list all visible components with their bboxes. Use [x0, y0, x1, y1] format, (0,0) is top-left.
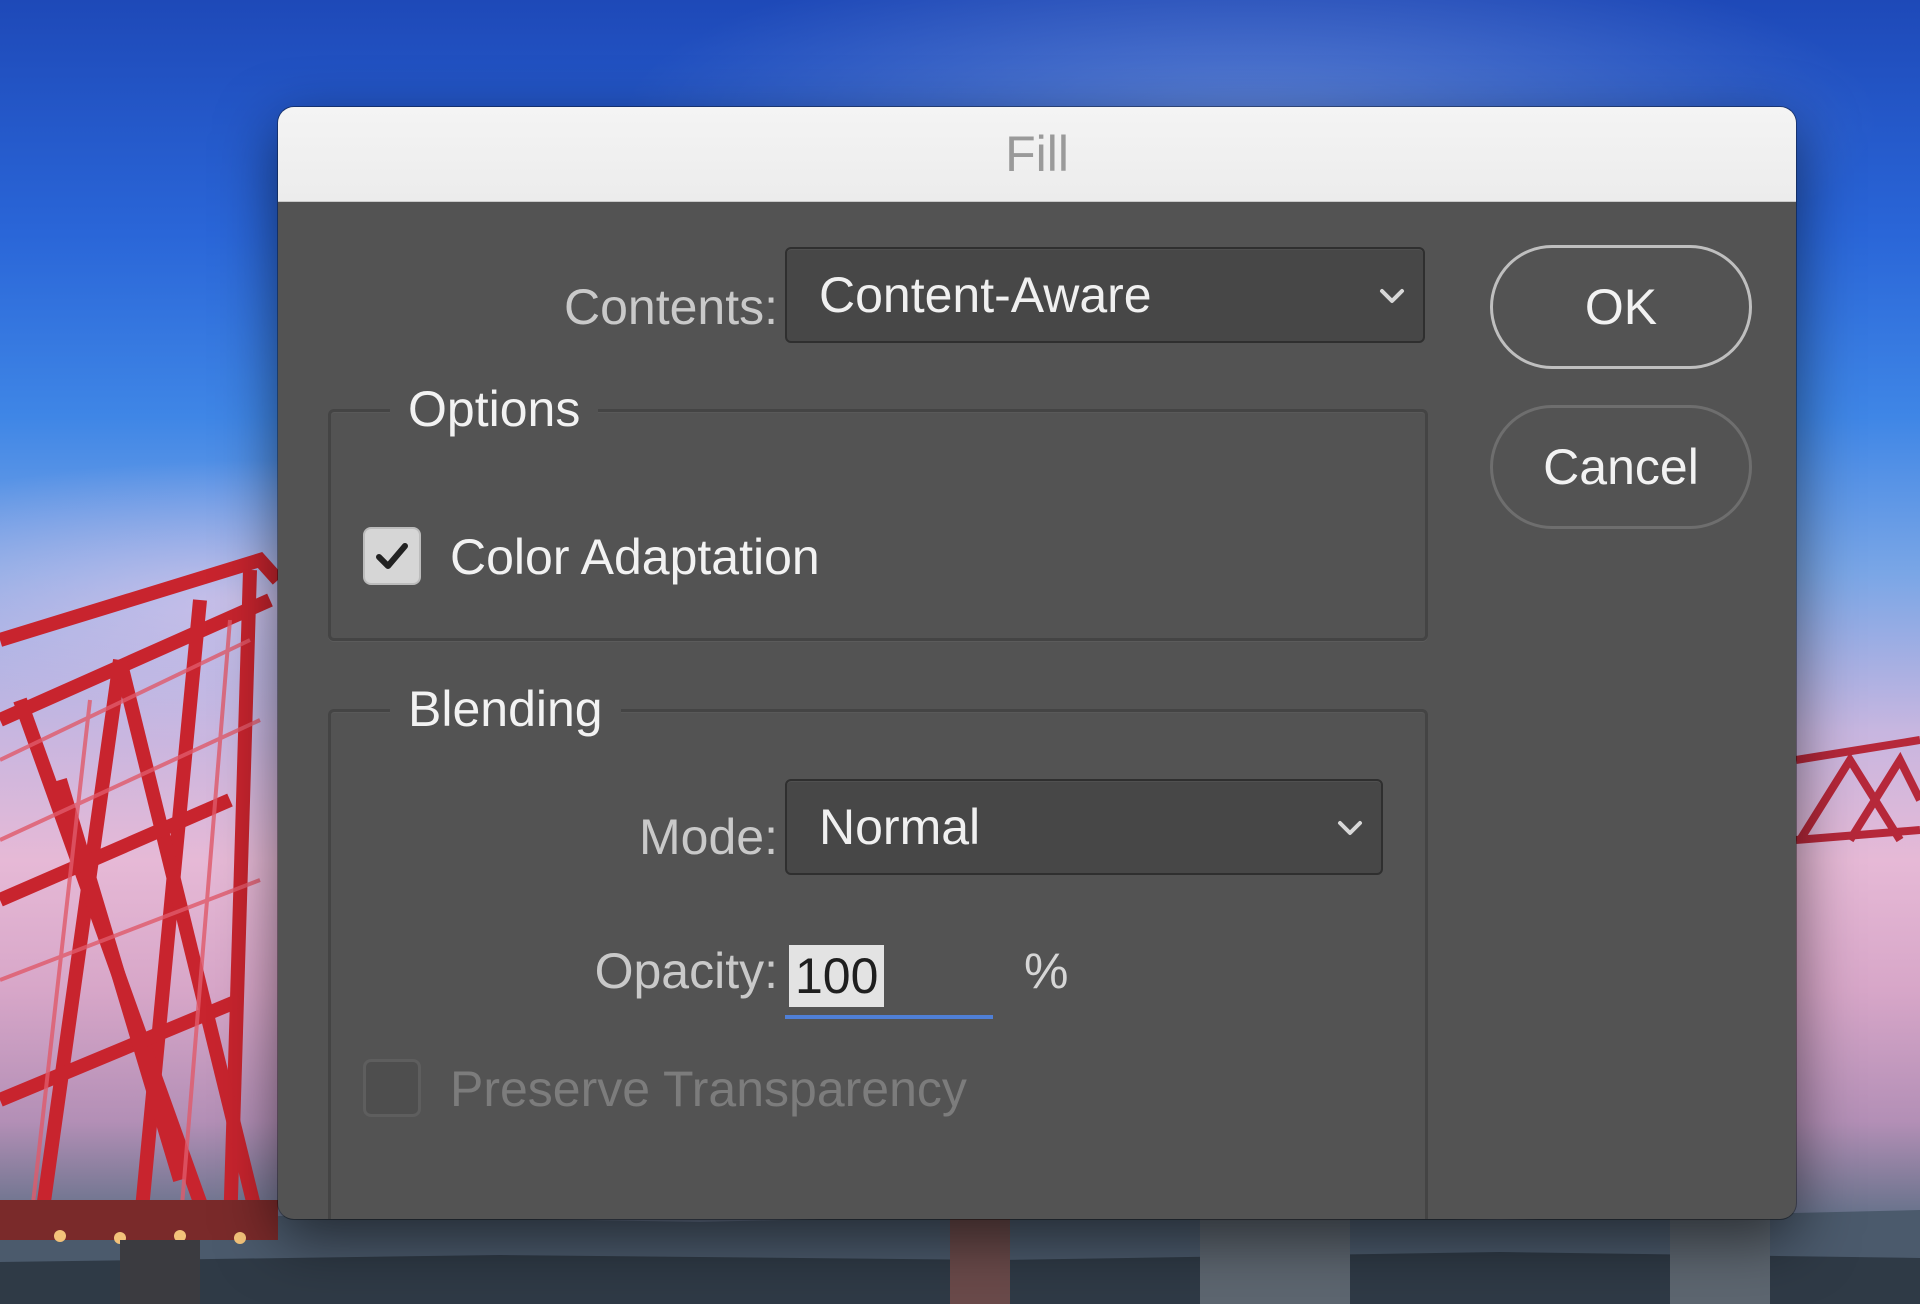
options-group-title: Options: [390, 373, 599, 445]
preserve-transparency-checkbox: [363, 1059, 421, 1117]
fill-dialog: Fill Contents: Content-Aware OK Cancel O…: [278, 107, 1796, 1219]
contents-label: Contents:: [563, 279, 778, 335]
chevron-down-icon: [1380, 289, 1404, 303]
contents-select-value: Content-Aware: [819, 267, 1152, 323]
opacity-unit: %: [1024, 943, 1069, 999]
checkmark-icon: [376, 543, 408, 569]
opacity-input-value: 100: [789, 945, 885, 1007]
opacity-input[interactable]: 100: [785, 929, 993, 1019]
dialog-titlebar[interactable]: Fill: [278, 107, 1796, 202]
blending-group-title: Blending: [390, 673, 621, 745]
preserve-transparency-label: Preserve Transparency: [450, 1061, 967, 1117]
blend-mode-select-value: Normal: [819, 799, 981, 855]
cancel-button[interactable]: Cancel: [1490, 405, 1752, 529]
blend-mode-select[interactable]: Normal: [785, 779, 1383, 875]
ok-button[interactable]: OK: [1490, 245, 1752, 369]
color-adaptation-label[interactable]: Color Adaptation: [450, 521, 820, 593]
cancel-button-label: Cancel: [1543, 439, 1699, 495]
color-adaptation-checkbox[interactable]: [363, 527, 421, 585]
opacity-label: Opacity:: [594, 943, 778, 999]
ok-button-label: OK: [1584, 279, 1658, 335]
chevron-down-icon: [1338, 821, 1362, 835]
dialog-title: Fill: [1005, 126, 1069, 182]
contents-select[interactable]: Content-Aware: [785, 247, 1425, 343]
mode-label: Mode:: [639, 809, 778, 865]
